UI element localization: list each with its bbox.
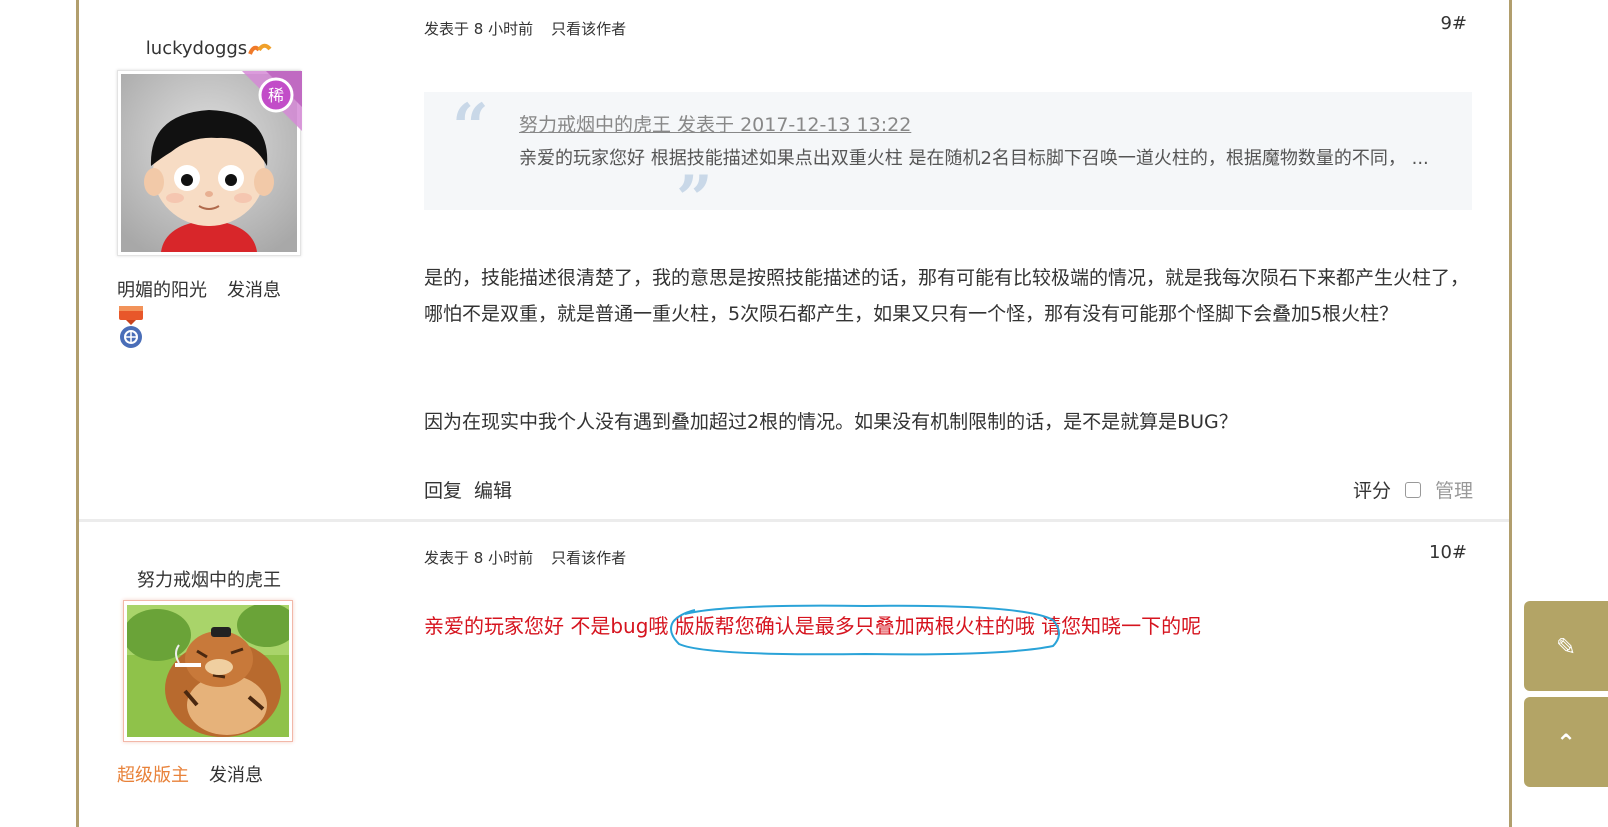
quote-text: 亲爱的玩家您好 根据技能描述如果点出双重火柱 是在随机2名目标脚下召唤一道火柱的… — [519, 148, 1429, 169]
quote-header-link[interactable]: 努力戒烟中的虎王 发表于 2017-12-13 13:22 — [519, 110, 911, 137]
avatar-image — [127, 605, 289, 737]
quote-block: “ ” 努力戒烟中的虎王 发表于 2017-12-13 13:22 亲爱的玩家您… — [424, 90, 1472, 232]
rate-bar: 评分 管理 — [1353, 476, 1473, 503]
send-message-link[interactable]: 发消息 — [209, 765, 263, 786]
post-time: 发表于 8 小时前 — [424, 549, 534, 567]
user-role-label[interactable]: 超级版主 — [117, 765, 189, 786]
close-quote-icon: ” — [676, 162, 713, 237]
globe-badge-icon[interactable] — [119, 325, 143, 349]
reply-button[interactable]: 回复 — [424, 480, 462, 502]
back-to-top-button[interactable]: ⌃ — [1524, 697, 1608, 787]
post-paragraph: 因为在现实中我个人没有遇到叠加超过2根的情况。如果没有机制限制的话，是不是就算是… — [424, 411, 1238, 433]
reply-text: 亲爱的玩家您好 不是bug哦 版版帮您确认是最多只叠加两根火柱的哦 请您知晓一下… — [424, 614, 1202, 638]
post-10: 努力戒烟中的虎王 超级版主 发消息 发表于 8 小时前 只看该作者 10# 亲爱… — [79, 522, 1509, 827]
edit-side-button[interactable]: ✎ — [1524, 601, 1608, 691]
user-links: 明媚的阳光 发消息 — [117, 276, 301, 302]
post-paragraph: 是的，技能描述很清楚了，我的意思是按照技能描述的话，那有可能有比较极端的情况，就… — [424, 267, 1470, 325]
rainbow-icon — [248, 43, 272, 55]
rate-button[interactable]: 评分 — [1353, 476, 1391, 503]
post-meta: 发表于 8 小时前 只看该作者 — [424, 547, 644, 568]
edit-icon: ✎ — [1556, 633, 1577, 661]
user-links: 超级版主 发消息 — [117, 761, 283, 787]
only-author-link[interactable]: 只看该作者 — [551, 549, 626, 567]
post-time: 发表于 8 小时前 — [424, 20, 534, 38]
post-author[interactable]: 努力戒烟中的虎王 — [79, 566, 339, 592]
back-to-top-icon: ⌃ — [1556, 729, 1577, 757]
rare-badge-icon: 稀 — [242, 71, 302, 131]
username[interactable]: luckydoggs — [146, 38, 247, 59]
post-author[interactable]: luckydoggs — [79, 38, 339, 59]
avatar[interactable]: 稀 — [117, 70, 302, 256]
edit-button[interactable]: 编辑 — [474, 480, 512, 502]
medal-icon[interactable] — [118, 305, 144, 325]
manage-link[interactable]: 管理 — [1435, 476, 1473, 503]
avatar[interactable] — [123, 600, 293, 742]
post-9: luckydoggs 稀 明媚的阳光 发消息 发表于 8 小时前 只看该作者 9… — [79, 0, 1509, 520]
only-author-link[interactable]: 只看该作者 — [551, 20, 626, 38]
rare-badge-label: 稀 — [268, 86, 284, 105]
manage-checkbox[interactable] — [1404, 481, 1421, 498]
post-meta: 发表于 8 小时前 只看该作者 — [424, 18, 644, 39]
user-title-link[interactable]: 明媚的阳光 — [117, 280, 207, 301]
send-message-link[interactable]: 发消息 — [227, 280, 281, 301]
thread-frame: luckydoggs 稀 明媚的阳光 发消息 发表于 8 小时前 只看该作者 9… — [76, 0, 1512, 827]
floor-number[interactable]: 9# — [1440, 13, 1467, 34]
open-quote-icon: “ — [452, 90, 489, 165]
floor-number[interactable]: 10# — [1429, 542, 1467, 563]
post-actions: 回复 编辑 — [424, 476, 524, 503]
